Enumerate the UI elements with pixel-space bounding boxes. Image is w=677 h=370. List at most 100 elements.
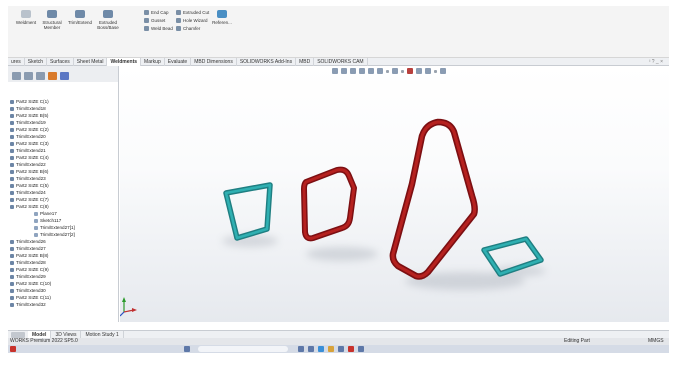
taskbar-app-icon[interactable]	[308, 346, 314, 352]
structural-member-button[interactable]: Structural Member	[38, 10, 66, 30]
hole-wizard-button[interactable]: Hole Wizard	[176, 18, 208, 23]
tree-item[interactable]: Trim/Extend29	[10, 274, 46, 280]
tab-evaluate[interactable]: Evaluate	[165, 57, 192, 66]
tree-subitem[interactable]: Trim/Extend27[1]	[34, 225, 75, 231]
chamfer-icon	[176, 26, 181, 31]
red-frame-small[interactable]	[301, 166, 357, 242]
tab-sketch[interactable]: Sketch	[25, 57, 48, 66]
weldment-icon	[21, 10, 31, 18]
start-icon[interactable]	[184, 346, 190, 352]
tree-item-label: Part2 SIZE C(5)	[16, 183, 49, 188]
tree-item-label: Part2 SIZE C(7)	[16, 197, 49, 202]
tab-solidworks-add-ins[interactable]: SOLIDWORKS Add-Ins	[237, 57, 297, 66]
tree-item[interactable]: Part2 SIZE B(5)	[10, 113, 48, 119]
tree-item[interactable]: Part2 SIZE C(9)	[10, 267, 49, 273]
tree-item[interactable]: Part2 SIZE C(8)	[10, 204, 49, 210]
extruded-cut-label: Extruded Cut	[183, 10, 210, 15]
tree-item[interactable]: Part2 SIZE C(4)	[10, 155, 49, 161]
tab-solidworks-cam[interactable]: SOLIDWORKS CAM	[314, 57, 368, 66]
tree-item-label: Part2 SIZE C(1)	[16, 99, 49, 104]
structural-member-icon	[10, 205, 14, 209]
tree-item[interactable]: Trim/Extend23	[10, 176, 46, 182]
feature-manager-tree-icon[interactable]	[12, 72, 21, 80]
tree-subitem[interactable]: Sketch117	[34, 218, 61, 224]
tree-item[interactable]: Part2 SIZE C(2)	[10, 127, 49, 133]
hole-wizard-icon	[176, 18, 181, 23]
trim-extend-icon	[10, 247, 14, 251]
property-manager-icon[interactable]	[24, 72, 33, 80]
trim-extend-button[interactable]: Trim/Extend	[66, 10, 94, 25]
tree-item[interactable]: Trim/Extend22	[10, 162, 46, 168]
tree-subitem[interactable]: Plane17	[34, 211, 57, 217]
tab-weldments[interactable]: Weldments	[107, 57, 142, 66]
tree-item[interactable]: Trim/Extend32	[10, 302, 46, 308]
tree-item[interactable]: Part2 SIZE C(3)	[10, 141, 49, 147]
tab-mbd-dimensions[interactable]: MBD Dimensions	[191, 57, 237, 66]
tab-features[interactable]: ures	[8, 57, 25, 66]
tree-item-label: Part2 SIZE C(4)	[16, 155, 49, 160]
tree-item[interactable]: Part2 SIZE C(10)	[10, 281, 51, 287]
taskbar-search-box[interactable]	[198, 346, 288, 352]
tree-item[interactable]: Trim/Extend26	[10, 239, 46, 245]
tree-item-label: Trim/Extend29	[16, 274, 46, 279]
extruded-cut-button[interactable]: Extruded Cut	[176, 10, 209, 15]
trim-extend-icon	[10, 163, 14, 167]
extruded-boss-icon	[103, 10, 113, 18]
trim-extend-icon	[34, 226, 38, 230]
trim-extend-icon	[10, 149, 14, 153]
tree-item[interactable]: Part2 SIZE C(1)	[10, 99, 49, 105]
weld-bead-icon	[144, 26, 149, 31]
weldment-button[interactable]: Weldment	[12, 10, 40, 25]
tree-item[interactable]: Part2 SIZE C(7)	[10, 197, 49, 203]
structural-member-icon	[10, 268, 14, 272]
trim-extend-icon	[10, 240, 14, 244]
sketch-icon	[34, 219, 38, 223]
tree-item[interactable]: Trim/Extend19	[10, 120, 46, 126]
taskbar-app-icon[interactable]	[298, 346, 304, 352]
feature-tree: Part2 SIZE C(1) Trim/Extend18 Part2 SIZE…	[8, 82, 119, 322]
dim-xpert-icon[interactable]	[48, 72, 57, 80]
tab-markup[interactable]: Markup	[141, 57, 165, 66]
window-controls[interactable]: ᴵ ? _ ×	[650, 58, 663, 66]
tree-item[interactable]: Part2 SIZE B(6)	[10, 169, 48, 175]
taskbar-app-icon[interactable]	[358, 346, 364, 352]
graphics-viewport[interactable]	[120, 66, 669, 322]
tree-item[interactable]: Trim/Extend28	[10, 260, 46, 266]
teal-frame-left[interactable]	[223, 182, 273, 241]
tree-item[interactable]: Part2 SIZE C(5)	[10, 183, 49, 189]
reference-geometry-icon	[217, 10, 227, 18]
taskbar-app-icon[interactable]	[318, 346, 324, 352]
display-manager-icon[interactable]	[60, 72, 69, 80]
tree-subitem[interactable]: Trim/Extend27[2]	[34, 232, 75, 238]
extruded-boss-button[interactable]: Extruded Boss/Base	[94, 10, 122, 30]
tree-item[interactable]: Trim/Extend30	[10, 288, 46, 294]
tree-item[interactable]: Trim/Extend24	[10, 190, 46, 196]
weld-bead-button[interactable]: Weld Bead	[144, 26, 173, 31]
structural-member-icon	[10, 198, 14, 202]
tree-item-label: Part2 SIZE C(9)	[16, 267, 49, 272]
tree-item[interactable]: Trim/Extend21	[10, 148, 46, 154]
taskbar-app-icon[interactable]	[348, 346, 354, 352]
end-cap-button[interactable]: End Cap	[144, 10, 169, 15]
chamfer-button[interactable]: Chamfer	[176, 26, 200, 31]
taskbar-app-icon[interactable]	[338, 346, 344, 352]
solidworks-taskbar-icon[interactable]	[10, 346, 16, 352]
red-frame-large[interactable]	[389, 118, 478, 280]
tree-item[interactable]: Part2 SIZE B(8)	[10, 253, 48, 259]
feature-manager-header	[8, 66, 119, 82]
tree-item-label: Part2 SIZE C(10)	[16, 281, 52, 286]
taskbar-app-icon[interactable]	[328, 346, 334, 352]
gusset-button[interactable]: Gusset	[144, 18, 165, 23]
tab-mbd[interactable]: MBD	[296, 57, 315, 66]
tree-item[interactable]: Part2 SIZE C(11)	[10, 295, 51, 301]
tab-scroll-arrows[interactable]	[11, 331, 25, 338]
unit-system[interactable]: MMGS	[648, 338, 664, 345]
tree-item[interactable]: Trim/Extend27	[10, 246, 46, 252]
configuration-manager-icon[interactable]	[36, 72, 45, 80]
tree-item[interactable]: Trim/Extend18	[10, 106, 46, 112]
reference-geometry-button[interactable]: Referen...	[208, 10, 236, 25]
tab-sheet-metal[interactable]: Sheet Metal	[74, 57, 108, 66]
tree-item[interactable]: Trim/Extend20	[10, 134, 46, 140]
status-bar: WORKS Premium 2022 SP5.0 Editing Part MM…	[8, 338, 669, 345]
tab-surfaces[interactable]: Surfaces	[47, 57, 74, 66]
